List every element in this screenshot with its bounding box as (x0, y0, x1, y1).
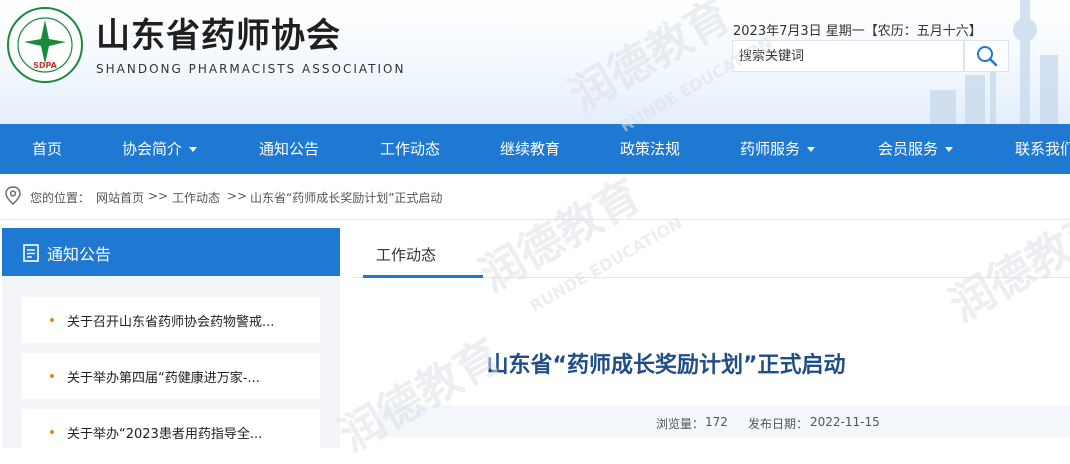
bullet-icon (50, 430, 54, 434)
site-header: SDPA 山东省药师协会 SHANDONG PHARMACISTS ASSOCI… (0, 0, 1070, 124)
svg-text:SDPA: SDPA (33, 61, 58, 70)
nav-member-service[interactable]: 会员服务 (878, 124, 954, 174)
breadcrumb-separator: >> (148, 189, 169, 203)
sidebar-header: 通知公告 (2, 228, 340, 276)
article-meta: 浏览量： 172 发布日期： 2022-11-15 (378, 405, 1070, 437)
search-button[interactable] (964, 40, 1009, 72)
breadcrumb-separator: >> (227, 189, 248, 203)
nav-education[interactable]: 继续教育 (500, 124, 560, 174)
views-label: 浏览量： (656, 417, 705, 431)
nav-notices[interactable]: 通知公告 (259, 124, 319, 174)
notice-item-label: 关于举办“2023患者用药指导全... (67, 427, 263, 442)
notice-item[interactable]: 关于召开山东省药师协会药物警戒... (22, 297, 320, 343)
bullet-icon (50, 318, 54, 322)
nav-pharmacist-service[interactable]: 药师服务 (740, 124, 816, 174)
nav-policy[interactable]: 政策法规 (620, 124, 680, 174)
nav-contact[interactable]: 联系我们 (1015, 124, 1070, 174)
chevron-down-icon (807, 147, 816, 152)
breadcrumb: 您的位置： 网站首页 >> 工作动态 >> 山东省“药师成长奖励计划”正式启动 (0, 174, 1070, 220)
breadcrumb-current: 山东省“药师成长奖励计划”正式启动 (250, 191, 443, 205)
tab-underline (363, 275, 483, 278)
nav-work-news[interactable]: 工作动态 (380, 124, 440, 174)
search-input[interactable] (732, 40, 964, 72)
site-title: 山东省药师协会 (96, 16, 341, 56)
chevron-down-icon (945, 147, 954, 152)
chevron-down-icon (189, 147, 198, 152)
site-subtitle: SHANDONG PHARMACISTS ASSOCIATION (96, 62, 406, 76)
notice-item[interactable]: 关于举办第四届“药健康进万家-... (22, 353, 320, 399)
nav-about[interactable]: 协会简介 (122, 124, 198, 174)
article-title: 山东省“药师成长奖励计划”正式启动 (486, 353, 846, 378)
breadcrumb-prefix: 您的位置： (30, 191, 91, 205)
notice-item-label: 关于召开山东省药师协会药物警戒... (67, 315, 275, 330)
tab-label: 工作动态 (376, 246, 437, 264)
publish-date-label: 发布日期： (748, 417, 809, 431)
breadcrumb-work-news-link[interactable]: 工作动态 (172, 189, 220, 206)
publish-date: 2022-11-15 (810, 415, 880, 429)
date-line: 2023年7月3日 星期一【农历：五月十六】 (733, 24, 982, 39)
sdpa-logo: SDPA (7, 7, 83, 83)
content-tabbar: 工作动态 (351, 228, 1070, 278)
breadcrumb-home-link[interactable]: 网站首页 (96, 189, 144, 206)
location-pin-icon (5, 186, 21, 205)
main-nav: 首页 协会简介 通知公告 工作动态 继续教育 政策法规 药师服务 会员服务 联系… (0, 124, 1070, 174)
notice-item-label: 关于举办第四届“药健康进万家-... (67, 371, 260, 386)
search-icon (976, 46, 997, 67)
sidebar-title: 通知公告 (47, 245, 112, 264)
nav-home[interactable]: 首页 (32, 124, 62, 174)
bullet-icon (50, 374, 54, 378)
tab-work-news[interactable]: 工作动态 (363, 228, 483, 278)
views-count: 172 (705, 415, 728, 429)
document-list-icon (23, 244, 39, 262)
notice-item[interactable]: 关于举办“2023患者用药指导全... (22, 409, 320, 455)
